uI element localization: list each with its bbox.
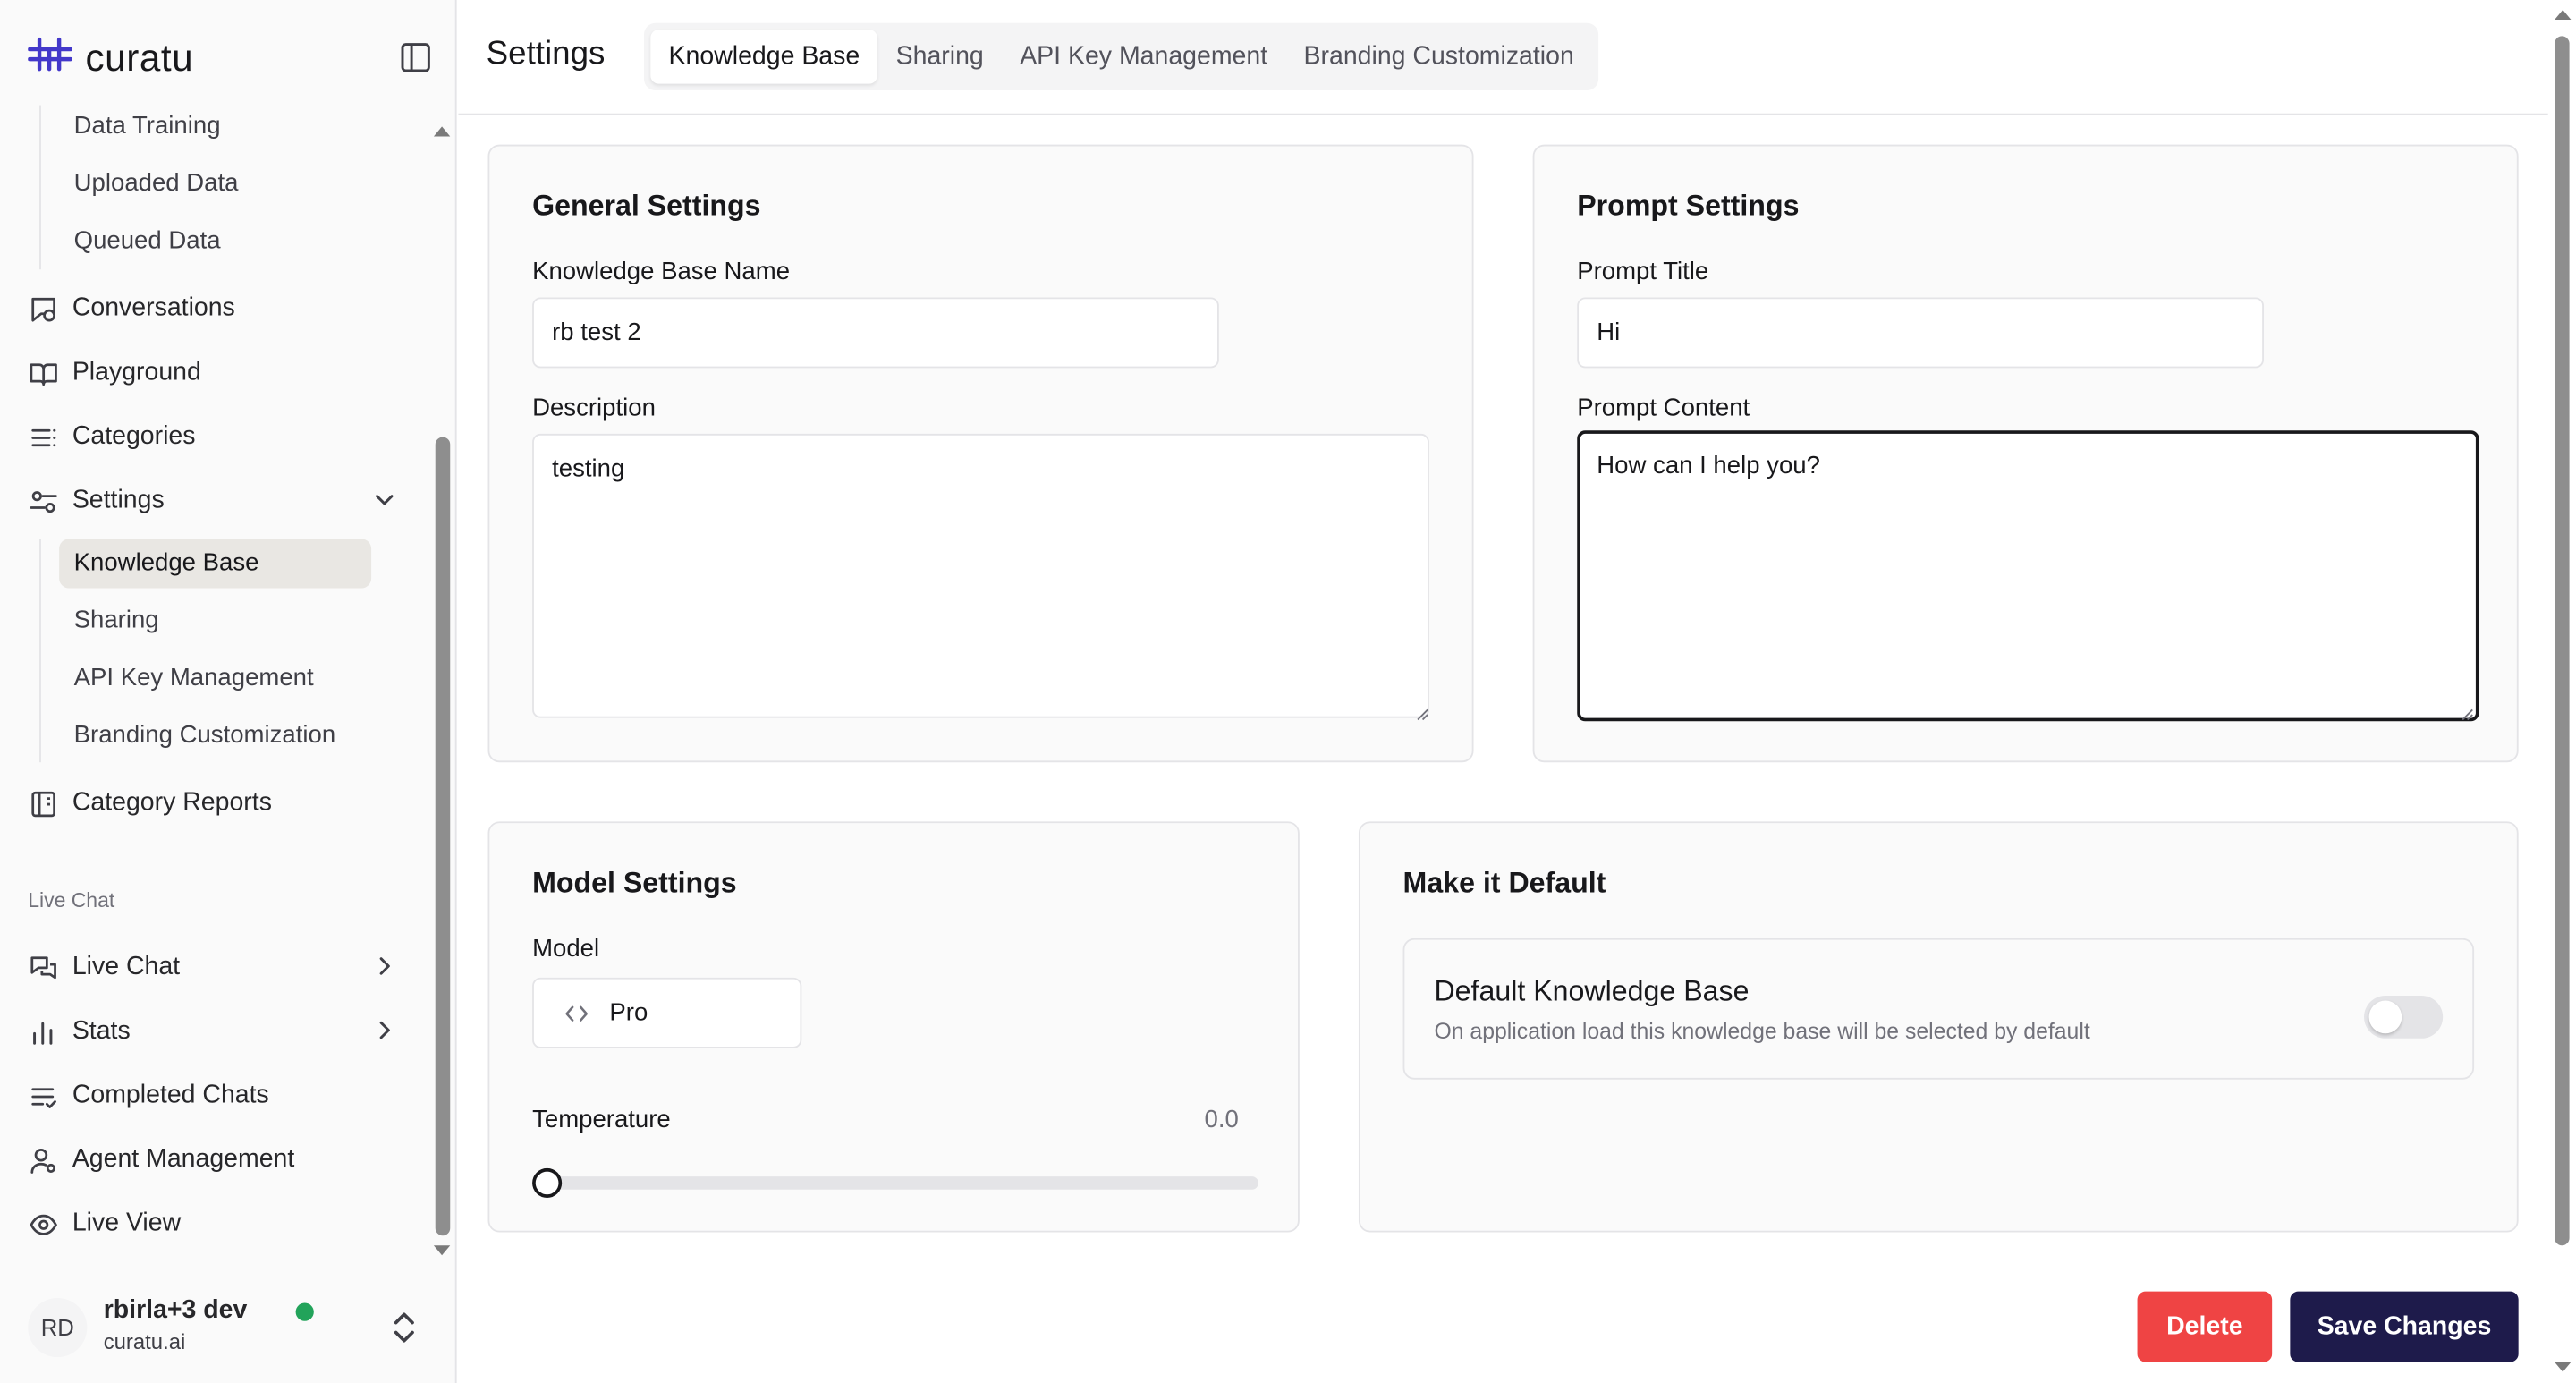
temperature-label: Temperature [532, 1106, 671, 1134]
settings-sub-divider [39, 539, 41, 763]
sidebar-item-queued-data[interactable]: Queued Data [59, 216, 371, 266]
sidebar-item-categories[interactable]: Categories [28, 412, 402, 462]
prompt-title-input[interactable] [1577, 297, 2264, 369]
section-label-live-chat: Live Chat [28, 888, 115, 912]
user-org: curatu.ai [103, 1328, 186, 1354]
page-title: Settings [486, 36, 606, 72]
sidebar-item-uploaded-data[interactable]: Uploaded Data [59, 159, 371, 208]
prompt-title-label: Prompt Title [1577, 258, 1709, 286]
temperature-value: 0.0 [1204, 1106, 1239, 1134]
description-textarea[interactable]: testing [532, 433, 1429, 718]
prompt-settings-card: Prompt Settings Prompt Title Prompt Cont… [1532, 144, 2519, 763]
default-kb-title: Default Knowledge Base [1434, 974, 1750, 1007]
model-settings-title: Model Settings [532, 865, 737, 899]
report-icon [28, 789, 57, 819]
list-icon [28, 422, 57, 452]
make-default-title: Make it Default [1402, 865, 1606, 899]
sidebar-item-branding-customization[interactable]: Branding Customization [59, 711, 371, 760]
brand-name: curatu [85, 36, 194, 80]
sidebar-scroll-down-arrow[interactable] [433, 1245, 451, 1256]
sidebar-item-completed-chats[interactable]: Completed Chats [28, 1072, 402, 1121]
sidebar-item-agent-management[interactable]: Agent Management [28, 1135, 402, 1184]
page-scroll-up-arrow[interactable] [2555, 10, 2572, 21]
curatu-logo-icon [27, 36, 73, 81]
general-settings-card: General Settings Knowledge Base Name Des… [487, 144, 1474, 763]
sidebar-toggle-icon[interactable] [401, 43, 430, 72]
sidebar-item-live-chat[interactable]: Live Chat [28, 943, 402, 992]
prompt-settings-title: Prompt Settings [1577, 189, 1800, 222]
prompt-content-textarea[interactable]: How can I help you? [1577, 430, 2479, 722]
save-changes-button[interactable]: Save Changes [2290, 1291, 2519, 1362]
sidebar-item-playground[interactable]: Playground [28, 348, 402, 397]
bar-chart-icon [28, 1017, 57, 1047]
sidebar-item-conversations[interactable]: Conversations [28, 284, 402, 334]
resize-grip-icon[interactable] [2461, 700, 2474, 721]
chevrons-up-down-icon[interactable] [387, 1306, 420, 1349]
delete-button[interactable]: Delete [2137, 1291, 2273, 1362]
resize-grip-icon[interactable] [1416, 700, 1429, 721]
conversations-icon [28, 294, 57, 324]
eye-icon [28, 1209, 57, 1239]
chevron-down-icon [373, 488, 396, 511]
tab-branding-customization[interactable]: Branding Customization [1285, 30, 1592, 84]
user-name: rbirla+3 dev [103, 1296, 248, 1325]
sidebar-scrollbar[interactable] [435, 437, 451, 1236]
default-kb-toggle[interactable] [2364, 996, 2444, 1039]
sidebar-item-knowledge-base[interactable]: Knowledge Base [59, 539, 372, 589]
tab-api-key-management[interactable]: API Key Management [1002, 30, 1285, 84]
temperature-slider-thumb[interactable] [532, 1167, 563, 1198]
book-open-icon [28, 358, 57, 387]
toggle-knob [2368, 1000, 2402, 1034]
general-settings-title: General Settings [532, 189, 761, 222]
default-kb-description: On application load this knowledge base … [1434, 1018, 2090, 1044]
prompt-content-label: Prompt Content [1577, 394, 1750, 423]
chevron-right-icon [373, 1019, 396, 1042]
model-label: Model [532, 935, 600, 963]
sidebar-scroll-up-arrow[interactable] [433, 126, 451, 137]
sidebar-item-settings[interactable]: Settings [28, 477, 402, 526]
model-settings-card: Model Settings Model Pro Temperature 0.0 [487, 821, 1300, 1233]
brand-logo[interactable]: curatu [27, 36, 194, 81]
page-scroll-down-arrow[interactable] [2555, 1362, 2572, 1372]
model-select[interactable]: Pro [532, 977, 802, 1048]
chevron-right-icon [373, 955, 396, 978]
avatar: RD [28, 1297, 88, 1358]
sidebar-item-sharing[interactable]: Sharing [59, 597, 371, 646]
kb-name-input[interactable] [532, 297, 1219, 369]
sidebar-item-live-view[interactable]: Live View [28, 1200, 402, 1249]
settings-tabs: Knowledge Base Sharing API Key Managemen… [643, 22, 1599, 91]
description-label: Description [532, 394, 656, 423]
model-select-value: Pro [609, 998, 648, 1027]
list-check-icon [28, 1082, 57, 1111]
tab-knowledge-base[interactable]: Knowledge Base [650, 30, 878, 84]
online-status-indicator [295, 1302, 314, 1321]
code-icon [564, 1000, 589, 1026]
user-cog-icon [28, 1145, 57, 1175]
make-default-card: Make it Default Default Knowledge Base O… [1358, 821, 2519, 1233]
sidebar-item-api-key-management[interactable]: API Key Management [59, 654, 371, 703]
page-scrollbar[interactable] [2555, 36, 2570, 1246]
settings-sliders-icon [28, 487, 57, 516]
tab-sharing[interactable]: Sharing [877, 30, 1002, 84]
sidebar-item-data-training[interactable]: Data Training [59, 102, 371, 151]
sidebar-item-stats[interactable]: Stats [28, 1007, 402, 1056]
default-kb-option: Default Knowledge Base On application lo… [1402, 938, 2475, 1080]
kb-name-label: Knowledge Base Name [532, 258, 791, 286]
sidebar: curatu Data Training Uploaded Data Queue… [0, 0, 457, 1383]
temperature-slider-track[interactable] [532, 1176, 1258, 1190]
page-header: Settings Knowledge Base Sharing API Key … [458, 0, 2548, 115]
user-menu[interactable]: RD rbirla+3 dev curatu.ai [28, 1292, 438, 1364]
sidebar-item-category-reports[interactable]: Category Reports [28, 779, 402, 828]
data-sub-divider [39, 105, 41, 270]
chat-bubbles-icon [28, 953, 57, 982]
